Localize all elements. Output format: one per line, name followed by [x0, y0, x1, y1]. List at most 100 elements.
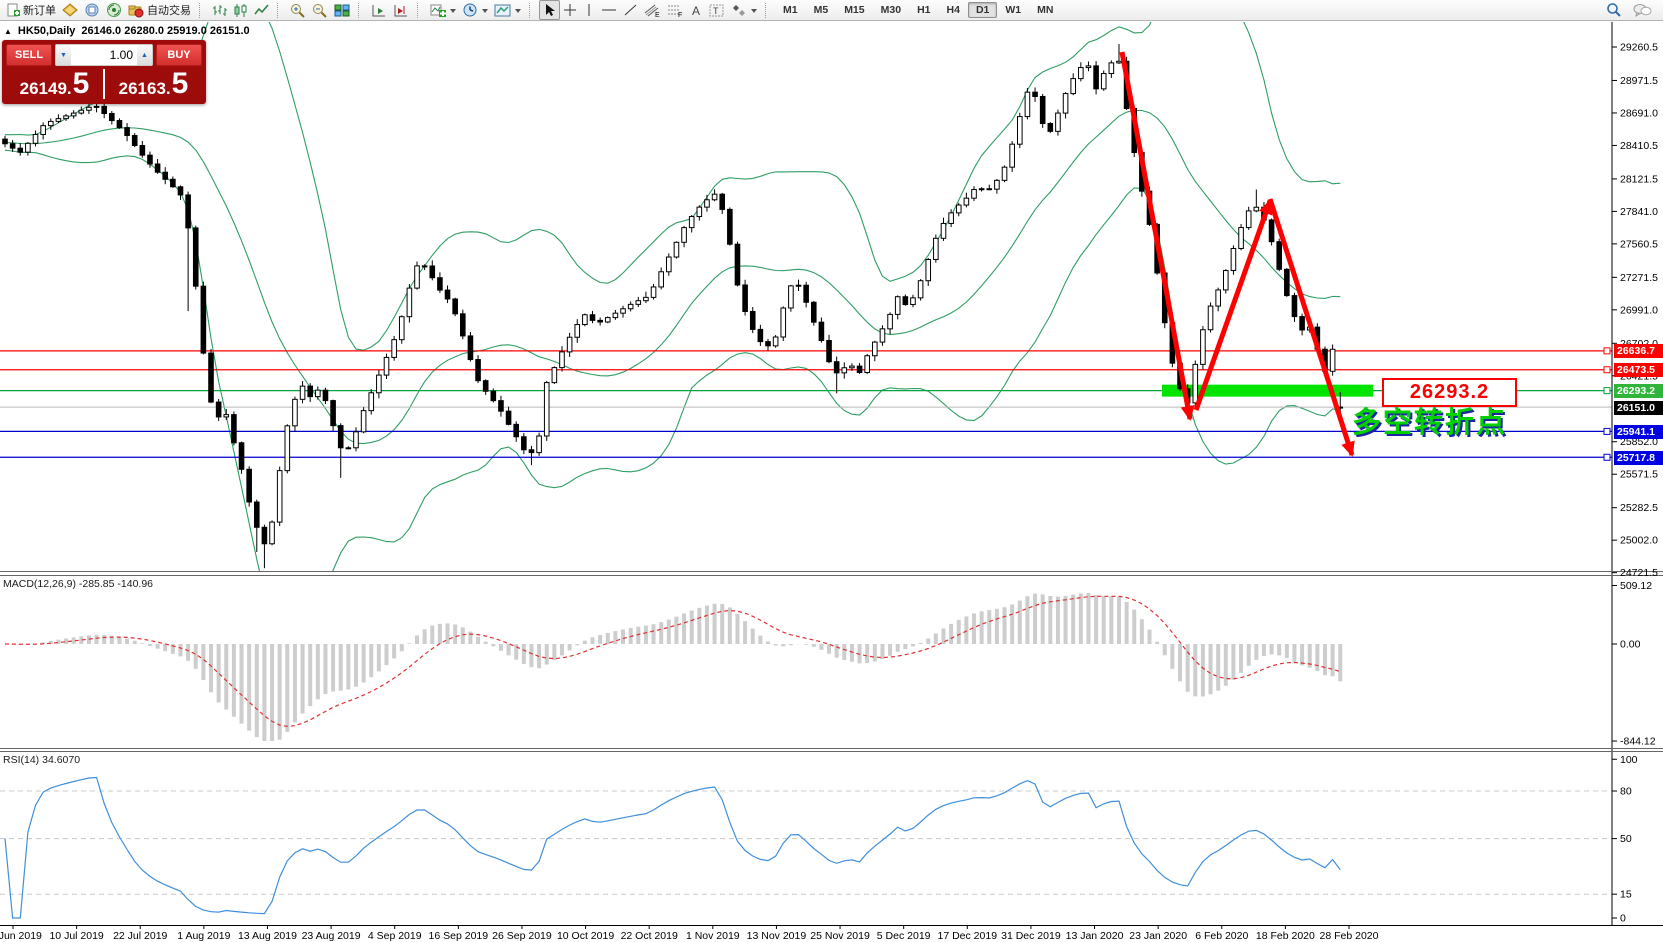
candle-body: [185, 194, 191, 229]
candle-body: [1032, 91, 1038, 97]
autotrading-button[interactable]: 自动交易: [125, 1, 194, 19]
level-line-anchor[interactable]: [1603, 427, 1611, 435]
pane-separator: [0, 925, 1663, 926]
candle-body: [55, 118, 62, 122]
zoom-in-button[interactable]: [287, 1, 309, 19]
macd-signal-line: [4, 595, 1341, 728]
candle-body: [376, 374, 382, 394]
trend-arrow[interactable]: [1119, 51, 1195, 421]
candle-body: [788, 285, 794, 309]
search-icon[interactable]: [1606, 2, 1622, 18]
zoom-out-icon: [313, 3, 327, 18]
axis-label: 24721.5: [1620, 567, 1658, 579]
candle-body: [40, 125, 46, 135]
text-tool-button[interactable]: A: [687, 1, 706, 19]
volume-decrease-button[interactable]: ▼: [56, 45, 71, 65]
timeframe-H4[interactable]: H4: [939, 2, 968, 18]
sell-button[interactable]: SELL: [6, 44, 52, 66]
candle-body: [940, 222, 947, 239]
chart-canvas[interactable]: 29260.5 28971.5 28691.0 28410.5 28121.5 27841…: [0, 21, 1663, 942]
candle-body: [1223, 270, 1229, 291]
level-line-anchor[interactable]: [1603, 453, 1611, 461]
trend-arrow[interactable]: [1193, 199, 1273, 411]
tile-windows-button[interactable]: [331, 1, 353, 19]
chart-candles-button[interactable]: [230, 1, 251, 19]
candle-body: [864, 355, 870, 374]
level-line-anchor[interactable]: [1603, 387, 1611, 395]
horizontal-line-tool-button[interactable]: [598, 1, 620, 19]
chart-bars-button[interactable]: [209, 1, 230, 19]
timeframe-MN[interactable]: MN: [1029, 2, 1061, 18]
pane-separator: [0, 575, 1663, 576]
data-window-button[interactable]: [81, 1, 103, 19]
volume-value[interactable]: 1.00: [71, 48, 137, 62]
candle-body: [1100, 73, 1107, 90]
bollinger-band-dn: [4, 149, 1341, 571]
trendline-tool-button[interactable]: [620, 1, 641, 19]
crosshair-tool-button[interactable]: [560, 1, 580, 19]
cursor-tool-button[interactable]: [539, 0, 560, 20]
axis-label: 4 Sep 2019: [368, 930, 422, 942]
fibonacci-tool-button[interactable]: F: [664, 1, 687, 19]
tile-windows-icon: [334, 4, 350, 16]
candle-body: [1047, 123, 1054, 132]
timeframe-W1[interactable]: W1: [997, 2, 1029, 18]
autotrading-icon: [128, 5, 144, 17]
axis-label: 15: [1620, 889, 1632, 901]
axis-label: 13 Jan 2020: [1066, 930, 1124, 942]
volume-increase-button[interactable]: ▲: [137, 45, 152, 65]
toolbar-separator: [277, 2, 284, 18]
collapse-arrow-icon[interactable]: ▲: [4, 27, 12, 36]
new-order-button[interactable]: 新订单: [3, 1, 59, 19]
candle-body: [253, 501, 260, 528]
candle-body: [894, 296, 901, 315]
axis-label: 10 Oct 2019: [557, 930, 614, 942]
candle-body: [1024, 91, 1031, 118]
timeframe-H1[interactable]: H1: [909, 2, 938, 18]
candle-body: [154, 163, 161, 173]
candle-body: [536, 435, 542, 454]
candle-body: [322, 389, 329, 402]
candle-body: [2, 138, 8, 145]
candle-body: [1276, 241, 1283, 270]
buy-price[interactable]: 26163 . 5: [105, 69, 202, 99]
zoom-out-button[interactable]: [309, 1, 331, 19]
template-button[interactable]: [491, 1, 524, 19]
candle-body: [391, 339, 397, 358]
axis-label: 13 Aug 2019: [238, 930, 297, 942]
sell-price[interactable]: 26149 . 5: [6, 69, 105, 99]
trend-arrow[interactable]: [1267, 198, 1355, 457]
strategy-button[interactable]: [103, 1, 125, 19]
timeframe-M5[interactable]: M5: [806, 2, 837, 18]
chart-line-button[interactable]: [251, 1, 272, 19]
add-indicator-button[interactable]: [427, 1, 459, 19]
candle-body: [460, 313, 466, 337]
chart-shift-button[interactable]: [390, 1, 412, 19]
rsi-indicator-label: RSI(14) 34.6070: [3, 754, 80, 766]
buy-button[interactable]: BUY: [156, 44, 202, 66]
channel-tool-button[interactable]: E: [641, 1, 664, 19]
period-button[interactable]: [459, 1, 491, 19]
timeframe-M15[interactable]: M15: [836, 2, 872, 18]
auto-scroll-button[interactable]: [368, 1, 390, 19]
candle-body: [879, 328, 886, 343]
arrows-tool-button[interactable]: [728, 1, 760, 19]
chat-icon[interactable]: [1632, 3, 1652, 18]
level-line-anchor[interactable]: [1603, 366, 1611, 374]
timeframe-M30[interactable]: M30: [873, 2, 909, 18]
market-watch-button[interactable]: [59, 1, 81, 19]
candle-body: [1329, 348, 1336, 372]
candle-body: [1078, 67, 1084, 80]
candle-body: [116, 120, 123, 129]
level-line-anchor[interactable]: [1603, 347, 1611, 355]
dropdown-caret: [482, 8, 488, 16]
candle-body: [1238, 227, 1244, 249]
timeframe-D1[interactable]: D1: [967, 2, 998, 18]
vertical-line-tool-button[interactable]: [580, 1, 598, 19]
candle-body: [383, 356, 390, 376]
candle-body: [727, 208, 733, 245]
template-icon: [494, 4, 511, 16]
auto-scroll-icon: [372, 4, 385, 16]
timeframe-M1[interactable]: M1: [775, 2, 806, 18]
text-label-tool-button[interactable]: T: [706, 1, 728, 19]
